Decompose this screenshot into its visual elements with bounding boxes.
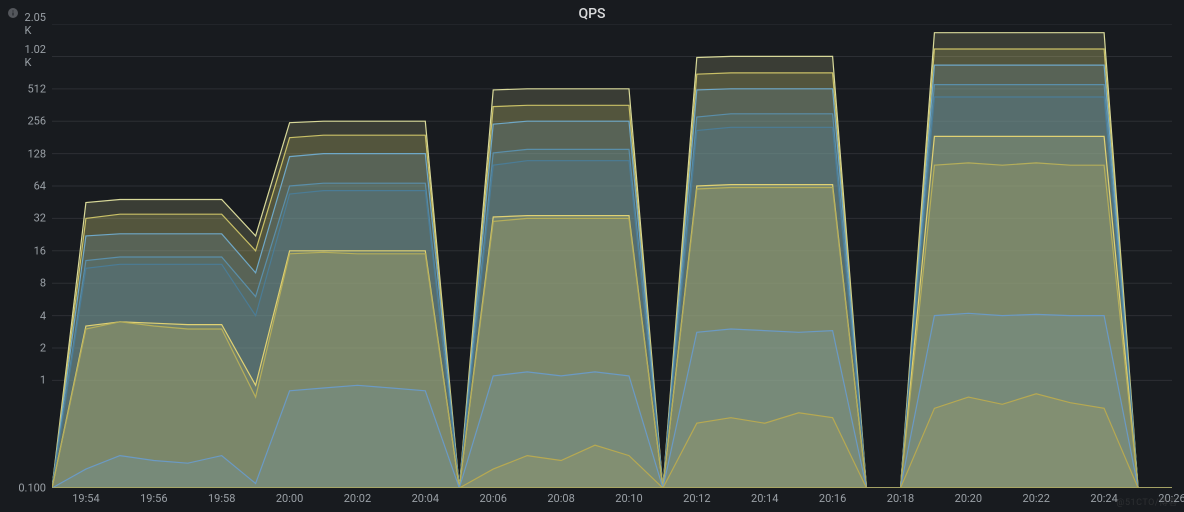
y-tick-label: 4 xyxy=(40,309,52,322)
y-tick-label: 0.100 xyxy=(18,482,52,495)
chart-plot-area[interactable]: 0.10012481632641282565121.02 K2.05 K19:5… xyxy=(52,24,1172,488)
x-tick-label: 20:12 xyxy=(683,488,710,505)
x-tick-label: 20:18 xyxy=(887,488,914,505)
x-tick-label: 20:10 xyxy=(615,488,642,505)
y-tick-label: 64 xyxy=(34,180,52,193)
x-tick-label: 20:08 xyxy=(547,488,574,505)
y-tick-label: 2.05 K xyxy=(25,11,52,37)
y-tick-label: 32 xyxy=(34,212,52,225)
y-tick-label: 16 xyxy=(34,244,52,257)
x-tick-label: 20:06 xyxy=(480,488,507,505)
x-tick-label: 20:22 xyxy=(1023,488,1050,505)
x-tick-label: 20:20 xyxy=(955,488,982,505)
x-tick-label: 19:58 xyxy=(208,488,235,505)
panel-title: QPS xyxy=(0,6,1184,22)
x-tick-label: 20:16 xyxy=(819,488,846,505)
x-tick-label: 20:02 xyxy=(344,488,371,505)
x-tick-label: 20:00 xyxy=(276,488,303,505)
x-tick-label: 19:54 xyxy=(72,488,99,505)
y-tick-label: 2 xyxy=(40,341,52,354)
chart-panel: QPS 0.10012481632641282565121.02 K2.05 K… xyxy=(0,0,1184,512)
y-tick-label: 1.02 K xyxy=(25,43,52,69)
x-tick-label: 20:14 xyxy=(751,488,778,505)
x-tick-label: 19:56 xyxy=(140,488,167,505)
y-tick-label: 128 xyxy=(27,147,52,160)
y-tick-label: 1 xyxy=(40,374,52,387)
watermark: @51CTO/博客 xyxy=(1116,495,1178,508)
y-tick-label: 256 xyxy=(27,115,52,128)
x-tick-label: 20:04 xyxy=(412,488,439,505)
x-tick-label: 20:24 xyxy=(1090,488,1117,505)
y-tick-label: 8 xyxy=(40,277,52,290)
y-tick-label: 512 xyxy=(27,82,52,95)
